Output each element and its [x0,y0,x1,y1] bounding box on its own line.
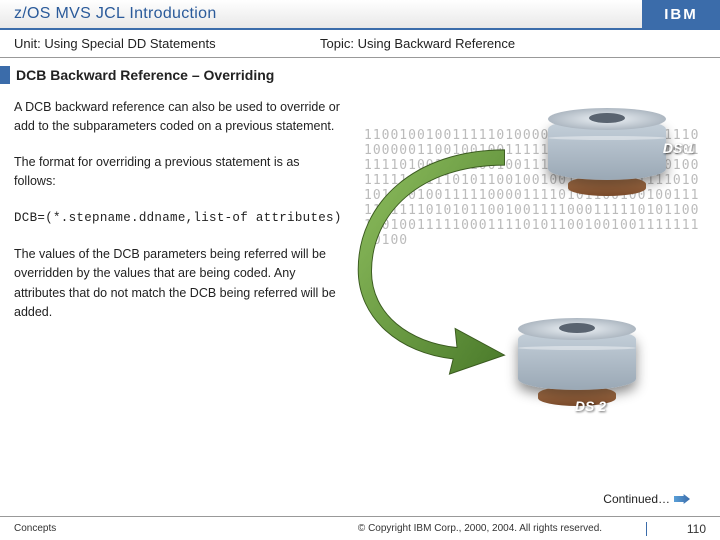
footer-copyright: © Copyright IBM Corp., 2000, 2004. All r… [314,523,646,534]
paragraph-2: The format for overriding a previous sta… [14,153,344,192]
illustration: 1100100100111110100000110010010011111010… [344,98,706,458]
sub-header: Unit: Using Special DD Statements Topic:… [0,30,720,58]
content-row: A DCB backward reference can also be use… [0,98,720,458]
disk-ds1-label: DS 1 [663,140,694,156]
unit-label: Unit: Using Special DD Statements [0,36,310,51]
topic-label: Topic: Using Backward Reference [310,36,515,51]
footer-left: Concepts [14,523,314,534]
text-column: A DCB backward reference can also be use… [14,98,344,458]
heading-accent [0,66,10,84]
code-syntax: DCB=(*.stepname.ddname,list-of attribute… [14,208,344,229]
continued-indicator: Continued… [603,492,690,506]
paragraph-1: A DCB backward reference can also be use… [14,98,344,137]
logo-container: IBM [642,0,720,28]
disk-ds2-label: DS 2 [575,398,606,414]
disk-ds1 [548,118,666,180]
ibm-logo: IBM [664,6,698,23]
paragraph-3: The values of the DCB parameters being r… [14,245,344,323]
section-heading: DCB Backward Reference – Overriding [0,66,720,84]
section-heading-text: DCB Backward Reference – Overriding [16,67,274,83]
disk-ds2 [518,328,636,390]
course-title: z/OS MVS JCL Introduction [0,0,642,28]
continued-arrow-icon [674,494,690,504]
title-bar: z/OS MVS JCL Introduction IBM [0,0,720,30]
page-number: 110 [646,522,706,536]
continued-text: Continued… [603,492,670,506]
footer: Concepts © Copyright IBM Corp., 2000, 20… [0,516,720,540]
